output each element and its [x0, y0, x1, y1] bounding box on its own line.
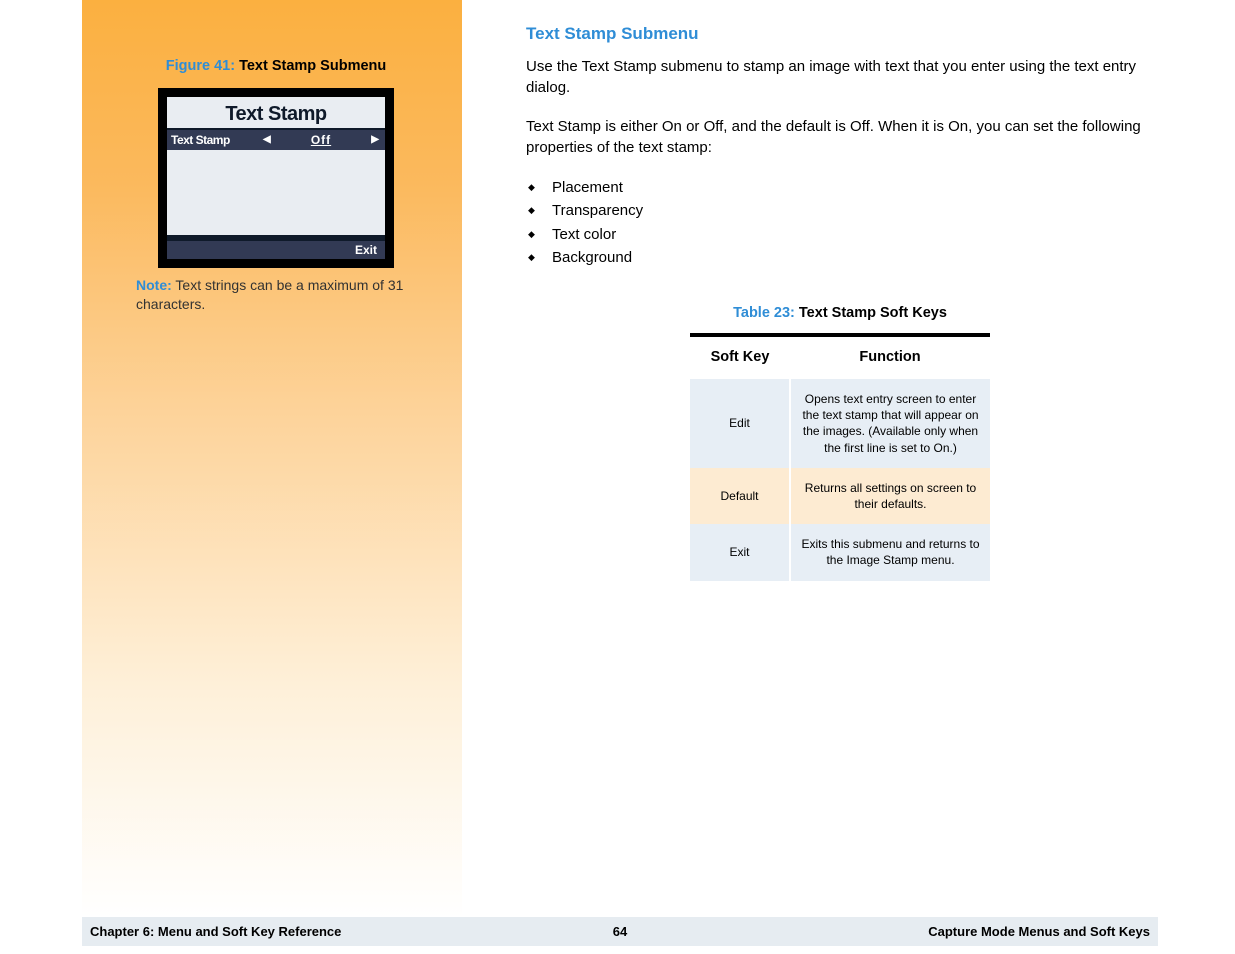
paragraph-1: Use the Text Stamp submenu to stamp an i…: [526, 56, 1154, 98]
screenshot-option-row: Text Stamp ◀ Off ▶: [167, 130, 385, 150]
list-item: Text color: [526, 223, 1154, 246]
page-footer: Chapter 6: Menu and Soft Key Reference 6…: [82, 917, 1158, 946]
properties-list: Placement Transparency Text color Backgr…: [526, 176, 1154, 269]
main-content: Text Stamp Submenu Use the Text Stamp su…: [462, 0, 1158, 917]
table-row: Exit Exits this submenu and returns to t…: [690, 524, 990, 580]
document-page: Figure 41: Text Stamp Submenu Text Stamp…: [82, 0, 1158, 917]
cell-function: Returns all settings on screen to their …: [790, 468, 990, 524]
table-header-function: Function: [790, 335, 990, 379]
note-text: Text strings can be a maximum of 31 char…: [136, 277, 403, 312]
list-item: Transparency: [526, 199, 1154, 222]
chevron-right-icon: ▶: [371, 134, 379, 145]
table-label-number: Table 23:: [733, 305, 795, 321]
cell-softkey: Default: [690, 468, 790, 524]
table-row: Default Returns all settings on screen t…: [690, 468, 990, 524]
table-label-title: Text Stamp Soft Keys: [795, 305, 947, 321]
figure-note: Note: Text strings can be a maximum of 3…: [130, 276, 422, 314]
note-label: Note:: [136, 277, 172, 293]
table-header-softkey: Soft Key: [690, 335, 790, 379]
screenshot-option-label: Text Stamp: [167, 133, 257, 147]
screenshot-exit-softkey: Exit: [355, 243, 377, 257]
figure-caption: Figure 41: Text Stamp Submenu: [130, 58, 422, 74]
figure-label-number: Figure 41:: [166, 58, 235, 74]
screenshot-title: Text Stamp: [167, 97, 385, 126]
footer-section: Capture Mode Menus and Soft Keys: [627, 924, 1150, 939]
softkeys-table: Soft Key Function Edit Opens text entry …: [690, 333, 990, 581]
footer-chapter: Chapter 6: Menu and Soft Key Reference: [90, 924, 613, 939]
figure-label-title: Text Stamp Submenu: [235, 58, 386, 74]
sidebar-panel: Figure 41: Text Stamp Submenu Text Stamp…: [82, 0, 462, 917]
figure-screenshot: Text Stamp Text Stamp ◀ Off ▶ Exit: [158, 88, 394, 268]
paragraph-2: Text Stamp is either On or Off, and the …: [526, 116, 1154, 158]
list-item: Placement: [526, 176, 1154, 199]
table-header-row: Soft Key Function: [690, 335, 990, 379]
screenshot-softkey-bar: Exit: [167, 241, 385, 259]
cell-function: Opens text entry screen to enter the tex…: [790, 379, 990, 468]
screenshot-option-value: Off: [311, 133, 331, 147]
cell-softkey: Edit: [690, 379, 790, 468]
cell-softkey: Exit: [690, 524, 790, 580]
screenshot-lcd: Text Stamp Text Stamp ◀ Off ▶ Exit: [167, 97, 385, 259]
section-heading: Text Stamp Submenu: [526, 24, 1154, 44]
cell-function: Exits this submenu and returns to the Im…: [790, 524, 990, 580]
softkeys-table-container: Table 23: Text Stamp Soft Keys Soft Key …: [690, 305, 990, 581]
screenshot-option-value-cell: ◀ Off ▶: [257, 133, 385, 147]
footer-page-number: 64: [613, 924, 627, 939]
table-caption: Table 23: Text Stamp Soft Keys: [690, 305, 990, 321]
list-item: Background: [526, 246, 1154, 269]
table-row: Edit Opens text entry screen to enter th…: [690, 379, 990, 468]
chevron-left-icon: ◀: [263, 134, 271, 145]
